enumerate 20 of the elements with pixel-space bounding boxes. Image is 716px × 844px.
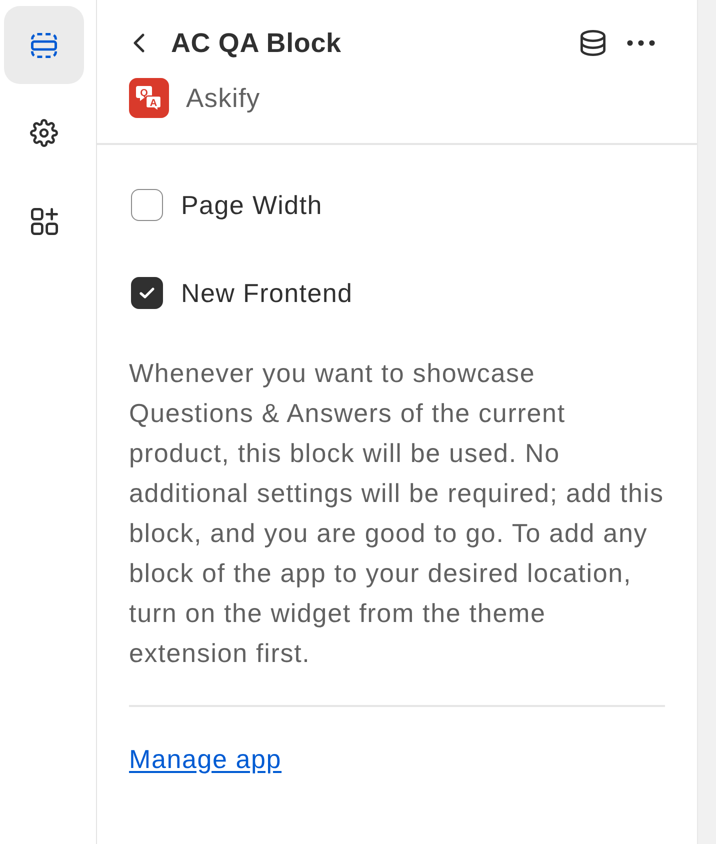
- app-name: Askify: [186, 82, 260, 115]
- back-button[interactable]: [133, 33, 145, 53]
- checkbox[interactable]: [131, 277, 163, 309]
- more-button[interactable]: [627, 40, 655, 46]
- app-logo-icon: Q A: [129, 78, 169, 118]
- more-icon: [627, 40, 655, 46]
- checkbox[interactable]: [131, 189, 163, 221]
- chevron-left-icon: [133, 33, 145, 53]
- checkmark-icon: [139, 287, 155, 299]
- data-source-button[interactable]: [580, 30, 606, 56]
- grid-plus-icon: [30, 208, 58, 234]
- description-text: Whenever you want to showcase Questions & Answers of the current product, this block will be used. No additional settings will be required; add this block, and you are good to go. To add any block of the app to your desired location, turn on the widget from the theme extension first.: [129, 357, 665, 670]
- checkbox-label: Page Width: [181, 189, 322, 222]
- block-title: AC QA Block: [171, 27, 342, 60]
- checkbox-label: New Frontend: [181, 277, 353, 310]
- sidebar-item[interactable]: [4, 6, 84, 84]
- gear-icon: [30, 119, 58, 147]
- manage-app-link[interactable]: Manage app: [129, 739, 282, 779]
- database-icon: [580, 30, 606, 56]
- sections-icon: [31, 32, 57, 58]
